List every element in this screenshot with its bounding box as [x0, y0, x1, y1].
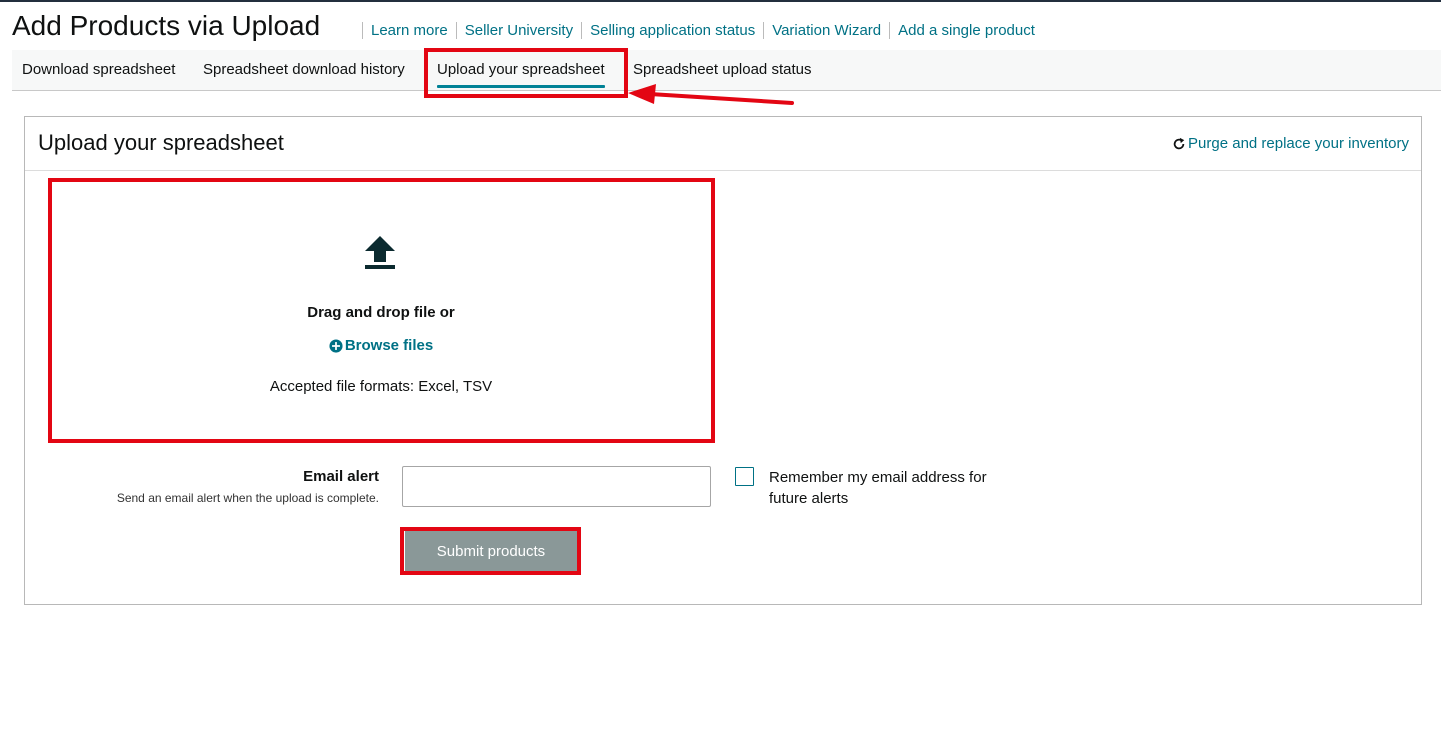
top-rule	[0, 0, 1441, 2]
annotation-arrow	[628, 84, 794, 105]
email-alert-help: Send an email alert when the upload is c…	[116, 491, 379, 505]
panel-header: Upload your spreadsheet Purge and replac…	[25, 117, 1421, 171]
header-links: Learn more Seller University Selling app…	[362, 22, 1043, 39]
browse-files-label: Browse files	[344, 337, 434, 354]
remember-email-checkbox[interactable]	[735, 467, 754, 486]
learn-more-link[interactable]: Learn more	[362, 22, 456, 39]
upload-arrow-icon	[365, 236, 395, 269]
drag-drop-text: Drag and drop file or	[307, 304, 455, 321]
email-alert-input[interactable]	[402, 466, 711, 507]
tab-download-spreadsheet[interactable]: Download spreadsheet	[22, 61, 175, 78]
purge-replace-link[interactable]: Purge and replace your inventory	[1172, 135, 1409, 152]
remember-email-label: Remember my email address for future ale…	[769, 469, 987, 507]
page-title: Add Products via Upload	[12, 10, 321, 41]
purge-replace-label: Purge and replace your inventory	[1188, 135, 1409, 152]
browse-files-link[interactable]: Browse files	[52, 337, 710, 354]
seller-university-link[interactable]: Seller University	[455, 22, 581, 39]
refresh-icon	[1173, 137, 1185, 149]
tab-spreadsheet-upload-status[interactable]: Spreadsheet upload status	[633, 61, 811, 78]
email-alert-label: Email alert	[303, 468, 379, 485]
submit-products-button[interactable]: Submit products	[405, 531, 577, 571]
selling-application-status-link[interactable]: Selling application status	[581, 22, 763, 39]
add-single-product-link[interactable]: Add a single product	[889, 22, 1043, 39]
panel-title: Upload your spreadsheet	[38, 130, 284, 155]
tab-upload-your-spreadsheet[interactable]: Upload your spreadsheet	[437, 61, 605, 88]
tab-spreadsheet-download-history[interactable]: Spreadsheet download history	[203, 61, 405, 78]
accepted-formats-text: Accepted file formats: Excel, TSV	[269, 378, 493, 395]
variation-wizard-link[interactable]: Variation Wizard	[763, 22, 889, 39]
file-dropzone[interactable]: Drag and drop file or Browse files Accep…	[52, 182, 710, 439]
plus-circle-icon	[329, 338, 343, 353]
